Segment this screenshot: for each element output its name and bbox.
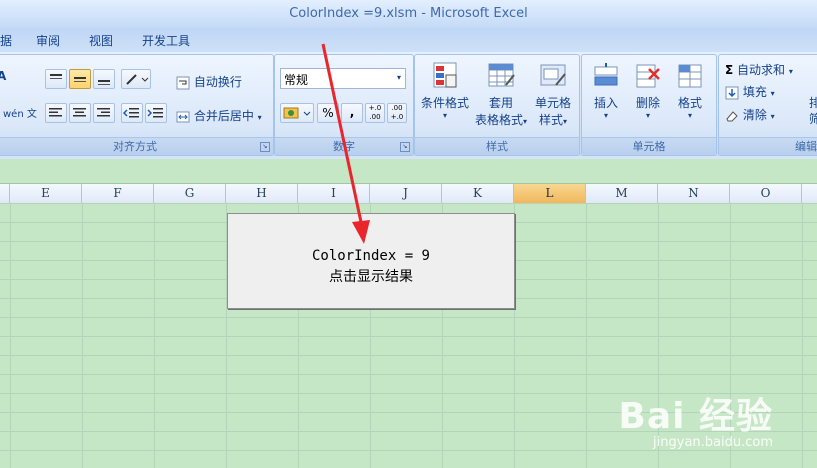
watermark-brand: Bai 经验 — [618, 396, 773, 437]
baidu-watermark: Bai 经验 jingyan.baidu.com — [618, 387, 773, 450]
